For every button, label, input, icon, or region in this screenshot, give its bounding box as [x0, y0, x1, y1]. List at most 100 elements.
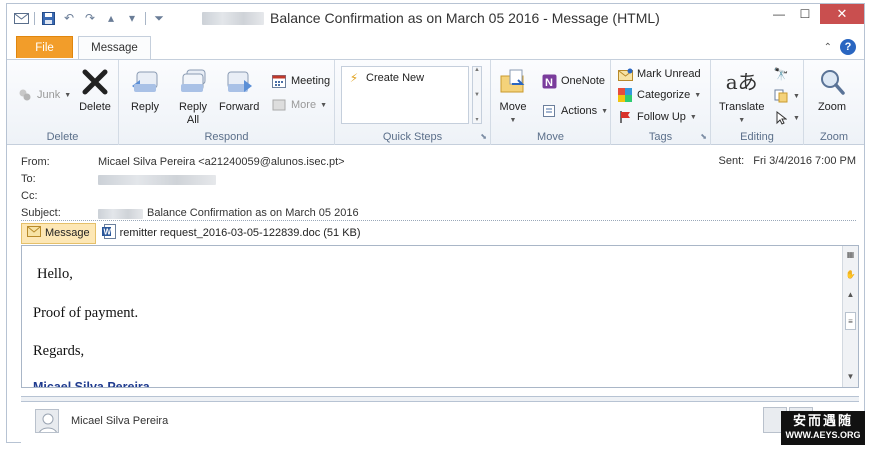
actions-button[interactable]: Actions ▼ — [541, 103, 608, 119]
title-bar: ↶ ↷ ▴ ▾ ⏷ Balance Confirmation as on Mar… — [7, 4, 864, 33]
quick-steps-scrollbar[interactable]: ▲ ▼ ▾ — [472, 66, 482, 124]
previous-item-icon[interactable]: ▴ — [103, 11, 119, 25]
ribbon-right-controls: ⌃ ? — [824, 39, 856, 55]
attachment-filename: remitter request_2016-03-05-122839.doc (… — [119, 227, 361, 239]
ribbon-tabs: File Message ⌃ ? — [7, 33, 864, 59]
categorize-button[interactable]: Categorize ▼ — [617, 87, 701, 103]
forward-button[interactable]: Forward — [219, 66, 259, 114]
envelope-icon[interactable] — [13, 11, 29, 25]
group-move: Move ▼ N OneNote Actions ▼ Move — [491, 60, 611, 145]
zoom-button[interactable]: Zoom — [816, 66, 848, 114]
more-respond-button[interactable]: More ▼ — [271, 97, 327, 113]
related-button[interactable]: ▼ — [773, 88, 800, 104]
redacted-recipient — [98, 175, 216, 185]
create-new-quick-step[interactable]: ⚡ Create New — [346, 70, 424, 86]
group-label-move: Move — [537, 131, 564, 143]
to-row: To: — [21, 173, 216, 185]
maximize-button[interactable]: ☐ — [792, 4, 818, 24]
dialog-launcher-icon[interactable]: ⬊ — [700, 132, 707, 141]
move-folder-icon — [497, 66, 529, 98]
more-label: More — [291, 99, 317, 111]
scroll-up-icon[interactable]: ▲ — [845, 290, 856, 299]
meeting-button[interactable]: Meeting — [271, 73, 330, 89]
forward-label: Forward — [219, 101, 260, 113]
actions-label: Actions — [561, 105, 598, 117]
reply-button[interactable]: Reply — [129, 66, 161, 114]
group-label-tags: Tags — [648, 131, 673, 143]
scroll-thumb[interactable]: ≡ — [845, 312, 856, 330]
quick-steps-gallery: ⚡ Create New — [341, 66, 469, 124]
reply-all-label-2: All — [186, 114, 200, 126]
mark-unread-label: Mark Unread — [637, 68, 701, 80]
reply-label: Reply — [130, 101, 160, 113]
onenote-icon: N — [541, 73, 557, 89]
collapse-ribbon-icon[interactable]: ⌃ — [824, 42, 832, 53]
delete-button[interactable]: Delete — [79, 66, 111, 114]
body-signature[interactable]: Micael Silva Pereira — [33, 380, 150, 387]
customize-toolbar-icon[interactable]: ⏷ — [151, 11, 167, 25]
cc-label: Cc: — [21, 190, 38, 202]
contact-name[interactable]: Micael Silva Pereira — [71, 415, 168, 427]
page-icon[interactable]: ▦ — [845, 250, 856, 259]
magnifier-icon — [816, 66, 848, 98]
reply-all-icon — [177, 66, 209, 98]
more-icon — [271, 97, 287, 113]
onenote-label: OneNote — [561, 75, 606, 87]
group-label-respond: Respond — [204, 131, 249, 143]
group-label-quick-steps: Quick Steps — [382, 131, 443, 143]
forward-icon — [223, 66, 255, 98]
word-document-icon: W — [101, 224, 116, 242]
related-icon — [773, 88, 789, 104]
close-button[interactable]: ✕ — [820, 4, 864, 24]
dialog-launcher-icon[interactable]: ⬊ — [480, 132, 487, 141]
cursor-icon — [773, 110, 789, 126]
tab-file[interactable]: File — [16, 36, 73, 58]
junk-label: Junk — [37, 89, 61, 101]
cc-row: Cc: — [21, 190, 98, 202]
select-button[interactable]: ▼ — [773, 110, 800, 126]
avatar[interactable] — [35, 409, 59, 433]
hand-icon[interactable]: ✋ — [845, 270, 856, 279]
calendar-icon — [271, 73, 287, 89]
quick-access-toolbar: ↶ ↷ ▴ ▾ ⏷ — [13, 10, 167, 26]
message-tab-label: Message — [45, 227, 90, 239]
vertical-scrollbar[interactable]: ▦ ✋ ▲ ≡ ▼ — [842, 246, 858, 387]
redo-icon[interactable]: ↷ — [82, 11, 98, 25]
people-pane-splitter[interactable] — [21, 396, 859, 402]
reply-all-label-1: Reply — [178, 101, 208, 113]
flag-icon — [617, 109, 633, 125]
translate-icon: aあ — [725, 69, 758, 94]
svg-text:W: W — [103, 228, 111, 237]
redacted-text — [202, 11, 264, 25]
minimize-button[interactable]: — — [766, 4, 792, 24]
help-icon[interactable]: ? — [840, 39, 856, 55]
save-icon[interactable] — [40, 11, 56, 25]
group-label-delete: Delete — [46, 131, 79, 143]
group-zoom: Zoom Zoom — [804, 60, 864, 145]
junk-button[interactable]: Junk ▼ — [17, 87, 71, 103]
reply-all-button[interactable]: Reply All — [177, 66, 209, 127]
group-respond: Reply Reply All Forward Meeting More ▼ R… — [119, 60, 335, 145]
window-controls: — ☐ ✕ — [766, 4, 864, 24]
from-value[interactable]: Micael Silva Pereira <a21240059@alunos.i… — [98, 156, 345, 168]
scroll-down-icon[interactable]: ▼ — [845, 372, 856, 381]
attachment-item[interactable]: W remitter request_2016-03-05-122839.doc… — [101, 224, 361, 242]
onenote-button[interactable]: N OneNote — [541, 73, 605, 89]
translate-button[interactable]: aあ Translate ▼ — [719, 66, 764, 127]
undo-icon[interactable]: ↶ — [61, 11, 77, 25]
attachment-bar: Message W remitter request_2016-03-05-12… — [21, 222, 856, 244]
message-body[interactable]: Hello, Proof of payment. Regards, Micael… — [21, 245, 859, 388]
move-label: Move — [499, 101, 527, 113]
message-header: From: Micael Silva Pereira <a21240059@al… — [7, 146, 864, 222]
tab-message[interactable]: Message — [78, 36, 151, 59]
from-row: From: Micael Silva Pereira <a21240059@al… — [21, 156, 345, 168]
reply-icon — [129, 66, 161, 98]
mark-unread-button[interactable]: Mark Unread — [617, 66, 701, 82]
follow-up-button[interactable]: Follow Up ▼ — [617, 109, 697, 125]
ribbon: Junk ▼ Delete Delete Reply Reply All For… — [7, 59, 864, 145]
message-tab-button[interactable]: Message — [21, 222, 96, 244]
find-button[interactable]: 🔭 — [773, 66, 789, 82]
subject-label: Subject: — [21, 207, 61, 219]
move-button[interactable]: Move ▼ — [497, 66, 529, 127]
next-item-icon[interactable]: ▾ — [124, 11, 140, 25]
